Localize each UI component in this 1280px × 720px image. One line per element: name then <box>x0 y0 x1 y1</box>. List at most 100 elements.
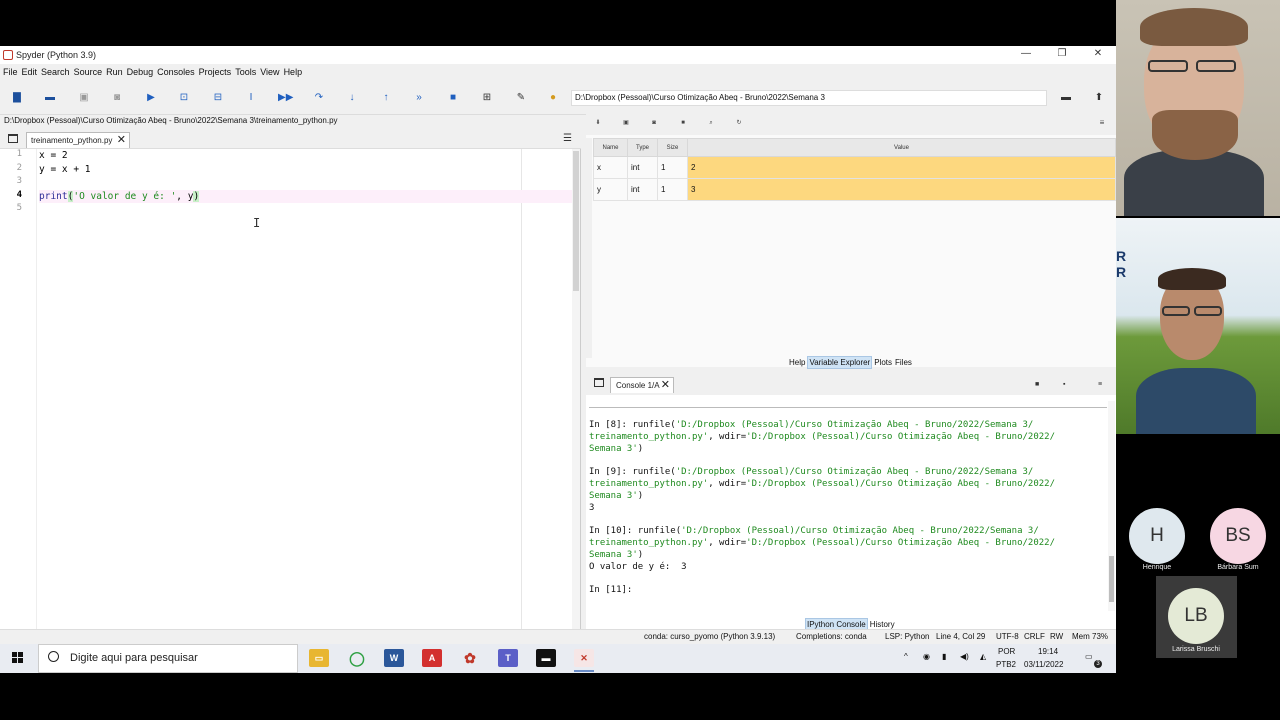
windows-start-icon[interactable] <box>12 652 24 664</box>
menu-view[interactable]: View <box>260 64 279 81</box>
menu-search[interactable]: Search <box>41 64 70 81</box>
clock-time[interactable]: 19:14 <box>1038 647 1058 656</box>
save-all-icon[interactable]: ◙ <box>110 91 124 105</box>
tab-files[interactable]: Files <box>894 357 913 368</box>
maximize-pane-icon[interactable]: ⊞ <box>480 91 494 105</box>
import-data-icon[interactable]: ⬇ <box>594 119 602 127</box>
tab-help[interactable]: Help <box>788 357 806 368</box>
network-icon[interactable]: ◭ <box>980 652 986 661</box>
column-header-size[interactable]: Size <box>657 138 688 157</box>
close-button[interactable]: ✕ <box>1080 48 1116 62</box>
menu-help[interactable]: Help <box>284 64 303 81</box>
stop-icon[interactable]: ■ <box>446 91 460 105</box>
open-file-icon[interactable]: ▬ <box>43 91 57 105</box>
code-line[interactable]: x = 2 <box>39 149 574 163</box>
run-selection-icon[interactable]: I <box>244 91 258 105</box>
participant-avatar[interactable]: BS <box>1210 508 1266 564</box>
language-indicator[interactable]: POR <box>998 647 1015 656</box>
editor-scrollbar[interactable] <box>572 149 580 673</box>
step-return-icon[interactable]: ↑ <box>379 91 393 105</box>
working-directory-combo[interactable]: D:\Dropbox (Pessoal)\Curso Otimização Ab… <box>571 90 1047 106</box>
menu-edit[interactable]: Edit <box>22 64 38 81</box>
close-console-icon[interactable]: ✕ <box>661 378 670 393</box>
tray-chevron-icon[interactable]: ^ <box>904 652 908 661</box>
menu-run[interactable]: Run <box>106 64 123 81</box>
menu-projects[interactable]: Projects <box>199 64 232 81</box>
preferences-icon[interactable]: ✎ <box>514 91 528 105</box>
file-explorer-icon[interactable]: ▭ <box>309 649 329 667</box>
parent-directory-icon[interactable]: ⬆ <box>1092 91 1106 105</box>
table-row[interactable]: y int 1 3 <box>593 178 1116 201</box>
run-icon[interactable]: ▶ <box>144 91 158 105</box>
code-line[interactable] <box>39 176 574 190</box>
search-icon[interactable]: ⌕ <box>707 119 715 127</box>
console-tab[interactable]: Console 1/A ✕ <box>610 377 674 393</box>
options-icon[interactable]: ≡ <box>1098 119 1106 127</box>
console-output[interactable]: In [8]: runfile('D:/Dropbox (Pessoal)/Cu… <box>589 420 1107 597</box>
console-options-icon[interactable]: ≡ <box>1098 381 1102 388</box>
save-data-as-icon[interactable]: ◙ <box>650 119 658 127</box>
tab-variable-explorer[interactable]: Variable Explorer <box>807 356 873 369</box>
taskbar-search-box[interactable]: Digite aqui para pesquisar <box>38 644 298 673</box>
kernel-options-icon[interactable]: ▪ <box>1063 381 1065 388</box>
column-header-type[interactable]: Type <box>627 138 658 157</box>
variable-value[interactable]: 3 <box>687 178 1116 201</box>
code-line[interactable] <box>39 203 574 217</box>
browse-tabs-icon[interactable] <box>594 378 604 387</box>
menu-tools[interactable]: Tools <box>235 64 256 81</box>
save-icon[interactable]: ▣ <box>77 91 91 105</box>
participant-video-1[interactable] <box>1116 0 1280 216</box>
participant-avatar[interactable]: H <box>1129 508 1185 564</box>
participant-avatar[interactable]: LB <box>1168 588 1224 644</box>
column-header-value[interactable]: Value <box>687 138 1116 157</box>
volume-icon[interactable]: ◀) <box>960 652 969 661</box>
scrollbar-thumb[interactable] <box>1109 556 1114 602</box>
scrollbar-thumb[interactable] <box>573 151 579 291</box>
maximize-button[interactable]: ❐ <box>1044 48 1080 62</box>
browse-tabs-icon[interactable] <box>8 134 18 143</box>
variable-explorer-scrollbar[interactable] <box>586 138 592 358</box>
code-line-current[interactable]: print('O valor de y é: ', y) <box>39 189 574 203</box>
word-icon[interactable]: W <box>384 649 404 667</box>
continue-icon[interactable]: » <box>412 91 426 105</box>
step-icon[interactable]: ↷ <box>312 91 326 105</box>
clock-date[interactable]: 03/11/2022 <box>1024 660 1063 669</box>
new-file-icon[interactable]: ▇ <box>10 91 24 105</box>
code-area[interactable]: x = 2 y = x + 1 print('O valor de y é: '… <box>39 149 574 217</box>
column-header-name[interactable]: Name <box>593 138 628 157</box>
table-row[interactable]: x int 1 2 <box>593 156 1116 179</box>
menu-debug[interactable]: Debug <box>127 64 154 81</box>
step-into-icon[interactable]: ↓ <box>345 91 359 105</box>
debug-icon[interactable]: ▶▶ <box>278 91 293 105</box>
variable-value[interactable]: 2 <box>687 156 1116 179</box>
teams-icon[interactable]: T <box>498 649 518 667</box>
tab-plots[interactable]: Plots <box>873 357 893 368</box>
save-data-icon[interactable]: ▣ <box>622 119 630 127</box>
menu-consoles[interactable]: Consoles <box>157 64 195 81</box>
run-cell-icon[interactable]: ⊡ <box>177 91 191 105</box>
refresh-icon[interactable]: ↻ <box>735 119 743 127</box>
editor-options-icon[interactable]: ☰ <box>563 133 572 144</box>
stop-kernel-icon[interactable]: ■ <box>1035 381 1039 388</box>
console-scrollbar[interactable] <box>1108 401 1115 611</box>
microphone-icon[interactable]: ▮ <box>942 652 946 661</box>
keyboard-layout[interactable]: PTB2 <box>996 660 1016 669</box>
editor-file-tab[interactable]: treinamento_python.py ✕ <box>26 132 130 148</box>
participant-tile[interactable]: LB Larissa Bruschi <box>1156 576 1237 658</box>
menu-file[interactable]: File <box>3 64 18 81</box>
browser-icon[interactable]: ◯ <box>347 649 367 667</box>
remove-all-icon[interactable]: ■ <box>679 119 687 127</box>
terminal-icon[interactable]: ▬ <box>536 649 556 667</box>
notification-icon[interactable]: ▭ <box>1085 652 1093 661</box>
run-cell-advance-icon[interactable]: ⊟ <box>211 91 225 105</box>
code-line[interactable]: y = x + 1 <box>39 163 574 177</box>
menu-source[interactable]: Source <box>74 64 103 81</box>
anaconda-icon[interactable]: ✿ <box>460 649 480 667</box>
minimize-button[interactable]: — <box>1008 48 1044 62</box>
python-path-icon[interactable]: ● <box>546 91 560 105</box>
close-tab-icon[interactable]: ✕ <box>117 133 126 148</box>
tray-app-icon[interactable]: ◉ <box>923 652 930 661</box>
participant-video-2[interactable]: RR <box>1116 218 1280 434</box>
browse-directory-icon[interactable]: ▬ <box>1059 91 1073 105</box>
spyder-taskbar-icon[interactable]: ✕ <box>574 649 594 667</box>
